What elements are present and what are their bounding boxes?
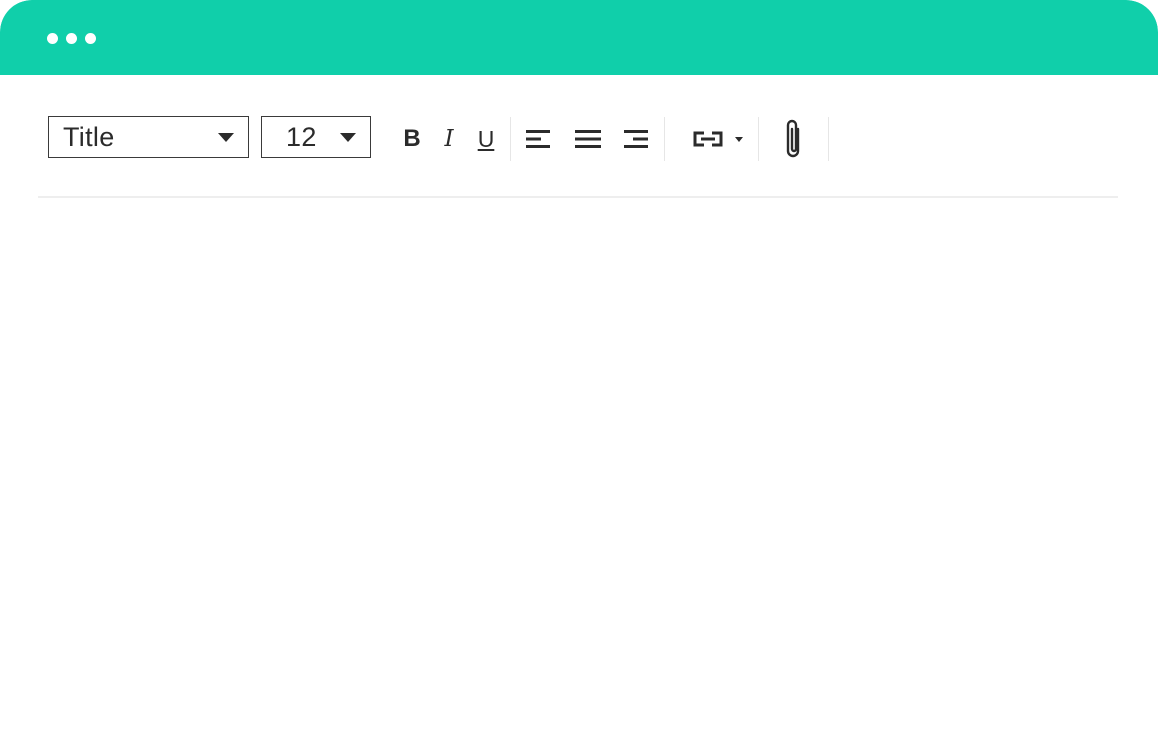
- editor-content-area[interactable]: [0, 198, 1158, 729]
- toolbar-separator: [510, 117, 511, 161]
- window-controls: [47, 33, 96, 44]
- chevron-down-icon: [340, 132, 356, 142]
- editor-window: Title 12 B I U: [0, 0, 1158, 729]
- paperclip-icon: [786, 119, 800, 158]
- window-dot-1[interactable]: [47, 33, 58, 44]
- align-center-button[interactable]: [571, 119, 605, 159]
- font-size-value: 12: [286, 121, 317, 152]
- window-dot-3[interactable]: [85, 33, 96, 44]
- underline-button[interactable]: U: [472, 119, 500, 159]
- align-right-button[interactable]: [620, 119, 652, 159]
- toolbar-separator: [828, 117, 829, 161]
- text-style-select[interactable]: Title: [48, 116, 249, 158]
- chevron-down-icon: [218, 132, 234, 142]
- toolbar-separator: [758, 117, 759, 161]
- window-titlebar: [0, 0, 1158, 75]
- attach-button[interactable]: [776, 115, 812, 163]
- align-center-icon: [575, 130, 601, 148]
- align-right-icon: [624, 130, 648, 148]
- align-left-icon: [526, 130, 550, 148]
- bold-button[interactable]: B: [398, 119, 426, 159]
- window-dot-2[interactable]: [66, 33, 77, 44]
- link-icon: [693, 131, 743, 147]
- italic-button[interactable]: I: [436, 119, 462, 159]
- font-size-select[interactable]: 12: [261, 116, 371, 158]
- align-left-button[interactable]: [522, 119, 554, 159]
- formatting-toolbar: Title 12 B I U: [0, 75, 1158, 197]
- toolbar-separator: [664, 117, 665, 161]
- text-style-value: Title: [63, 121, 115, 152]
- link-button[interactable]: [688, 119, 748, 159]
